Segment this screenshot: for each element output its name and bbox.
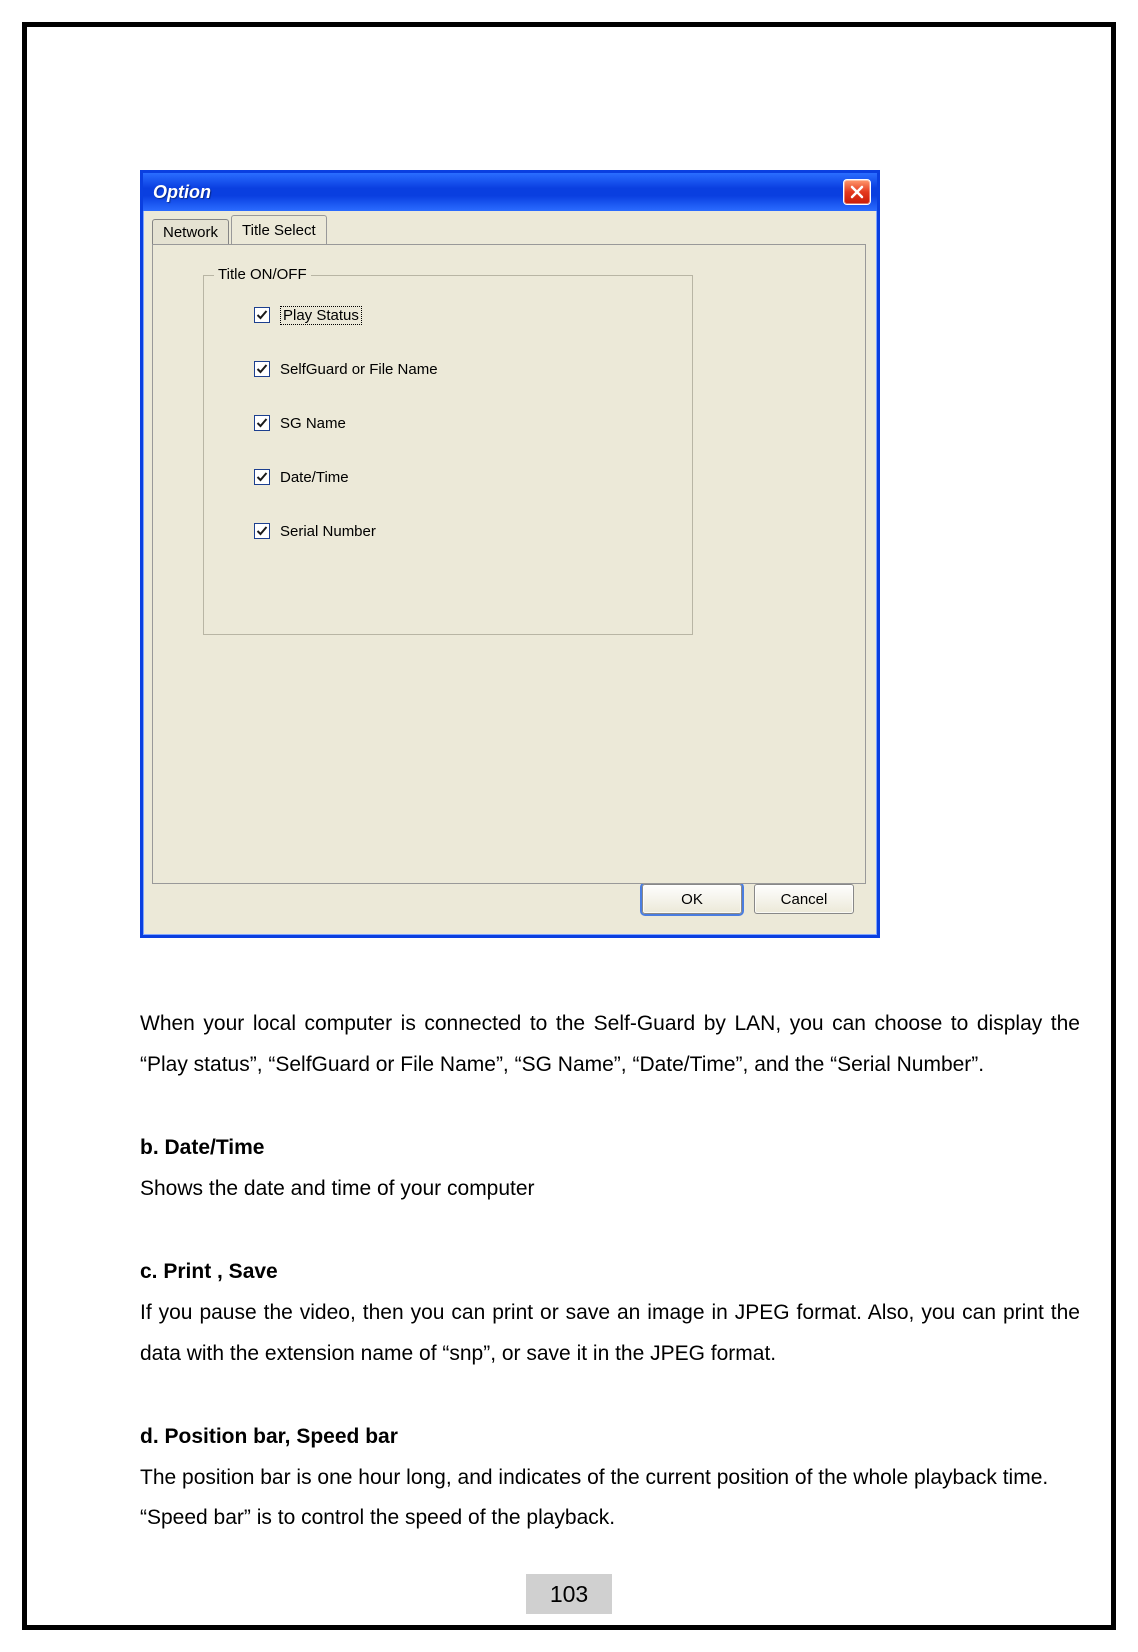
close-button[interactable] xyxy=(843,179,871,205)
checkbox-row-serial: Serial Number xyxy=(254,520,692,542)
page-number: 103 xyxy=(526,1574,612,1614)
option-dialog: Option Network Title Select xyxy=(140,170,880,938)
checkbox-row-selfguard: SelfGuard or File Name xyxy=(254,358,692,380)
tab-page-title-select: Title ON/OFF Play Status SelfGuard or xyxy=(152,244,866,884)
dialog-titlebar: Option xyxy=(143,173,877,211)
tab-strip: Network Title Select xyxy=(146,214,874,244)
close-icon xyxy=(850,185,864,199)
ok-button[interactable]: OK xyxy=(642,884,742,914)
cancel-button[interactable]: Cancel xyxy=(754,884,854,914)
paragraph: Shows the date and time of your computer xyxy=(140,1169,1080,1210)
document-page: Option Network Title Select xyxy=(0,0,1138,1652)
tab-title-select[interactable]: Title Select xyxy=(231,215,327,244)
checkbox-label[interactable]: SelfGuard or File Name xyxy=(280,361,438,378)
dialog-body: Network Title Select Title ON/OFF Play xyxy=(146,214,874,932)
tab-label: Network xyxy=(163,224,218,241)
checkbox-label[interactable]: Serial Number xyxy=(280,523,376,540)
paragraph: If you pause the video, then you can pri… xyxy=(140,1293,1080,1375)
groupbox-legend: Title ON/OFF xyxy=(214,266,311,283)
checkbox-row-play-status: Play Status xyxy=(254,304,692,326)
tab-network[interactable]: Network xyxy=(152,219,229,244)
dialog-button-row: OK Cancel xyxy=(642,884,854,914)
paragraph: The position bar is one hour long, and i… xyxy=(140,1458,1080,1540)
heading-c: c. Print , Save xyxy=(140,1252,1080,1293)
checkmark-icon xyxy=(256,471,268,483)
heading-b: b. Date/Time xyxy=(140,1128,1080,1169)
checkmark-icon xyxy=(256,363,268,375)
checkmark-icon xyxy=(256,525,268,537)
checkbox-row-sgname: SG Name xyxy=(254,412,692,434)
checkbox-serial-number[interactable] xyxy=(254,523,270,539)
checkbox-date-time[interactable] xyxy=(254,469,270,485)
paragraph: When your local computer is connected to… xyxy=(140,1004,1080,1086)
document-text: When your local computer is connected to… xyxy=(140,1004,1080,1539)
button-label: OK xyxy=(681,891,703,908)
checkbox-label[interactable]: Play Status xyxy=(280,306,362,325)
groupbox-title-onoff: Title ON/OFF Play Status SelfGuard or xyxy=(203,275,693,635)
checkbox-label[interactable]: Date/Time xyxy=(280,469,349,486)
checkbox-play-status[interactable] xyxy=(254,307,270,323)
page-content: Option Network Title Select xyxy=(140,170,1000,1539)
heading-d: d. Position bar, Speed bar xyxy=(140,1417,1080,1458)
checkbox-label[interactable]: SG Name xyxy=(280,415,346,432)
checkmark-icon xyxy=(256,309,268,321)
checkmark-icon xyxy=(256,417,268,429)
tab-label: Title Select xyxy=(242,222,316,239)
page-number-value: 103 xyxy=(550,1581,588,1608)
button-label: Cancel xyxy=(781,891,828,908)
dialog-title: Option xyxy=(153,182,211,203)
checkbox-sg-name[interactable] xyxy=(254,415,270,431)
checkbox-selfguard-filename[interactable] xyxy=(254,361,270,377)
checkbox-row-datetime: Date/Time xyxy=(254,466,692,488)
